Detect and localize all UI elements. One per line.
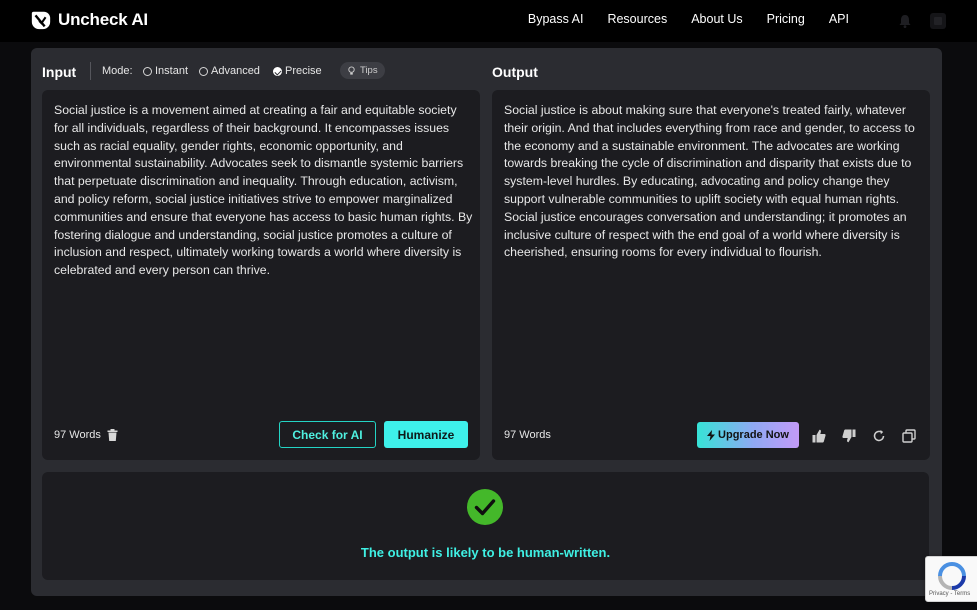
word-count-label: 97 Words <box>504 429 551 441</box>
check-for-ai-button[interactable]: Check for AI <box>279 421 376 448</box>
lightbulb-icon <box>348 65 355 75</box>
mode-option-precise[interactable]: Precise <box>273 65 322 77</box>
upgrade-now-button[interactable]: Upgrade Now <box>697 422 799 448</box>
output-title: Output <box>492 64 538 80</box>
result-panel: The output is likely to be human-written… <box>42 472 929 580</box>
output-box: Social justice is about making sure that… <box>492 90 930 460</box>
top-nav: Uncheck AI Bypass AI Resources About Us … <box>0 0 977 42</box>
refresh-icon[interactable] <box>872 429 886 443</box>
output-text: Social justice is about making sure that… <box>504 103 915 260</box>
mode-option-instant[interactable]: Instant <box>143 65 188 77</box>
nav-right <box>897 12 947 30</box>
thumbs-down-icon[interactable] <box>842 429 856 443</box>
recaptcha-links[interactable]: Privacy - Terms <box>929 591 970 597</box>
nav-link-about-us[interactable]: About Us <box>691 12 742 26</box>
input-word-count: 97 Words <box>54 429 118 441</box>
copy-icon[interactable] <box>902 429 916 443</box>
result-message: The output is likely to be human-written… <box>360 545 611 560</box>
radio-checked-icon <box>273 66 282 76</box>
radio-unchecked-icon <box>143 66 152 76</box>
output-word-count: 97 Words <box>504 429 551 441</box>
input-box: Social justice is a movement aimed at cr… <box>42 90 480 460</box>
word-count-label: 97 Words <box>54 429 101 441</box>
check-circle-icon <box>467 489 503 525</box>
bell-icon[interactable] <box>897 13 913 29</box>
upgrade-label: Upgrade Now <box>718 429 789 441</box>
nav-link-resources[interactable]: Resources <box>607 12 667 26</box>
nav-link-pricing[interactable]: Pricing <box>767 12 805 26</box>
header-divider <box>90 62 91 80</box>
humanize-button[interactable]: Humanize <box>384 421 468 448</box>
mode-option-label: Precise <box>285 65 322 77</box>
brand-name: Uncheck AI <box>58 10 148 29</box>
recaptcha-icon <box>938 562 966 590</box>
input-title: Input <box>42 64 77 80</box>
mode-option-label: Instant <box>155 65 189 77</box>
trash-icon[interactable] <box>107 429 118 441</box>
input-textarea[interactable]: Social justice is a movement aimed at cr… <box>54 102 474 280</box>
lightning-icon <box>707 429 716 441</box>
recaptcha-badge[interactable]: Privacy - Terms <box>925 556 977 602</box>
nav-link-bypass-ai[interactable]: Bypass AI <box>528 12 584 26</box>
avatar-icon[interactable] <box>929 12 947 30</box>
uncheck-logo-icon <box>31 11 51 30</box>
thumbs-up-icon[interactable] <box>812 429 826 443</box>
mode-label: Mode: <box>102 65 133 77</box>
mode-option-label: Advanced <box>211 65 260 77</box>
nav-link-api[interactable]: API <box>829 12 849 26</box>
nav-links: Bypass AI Resources About Us Pricing API <box>528 12 849 26</box>
mode-option-advanced[interactable]: Advanced <box>199 65 260 77</box>
brand[interactable]: Uncheck AI <box>30 9 148 31</box>
radio-unchecked-icon <box>199 66 208 76</box>
tips-label: Tips <box>360 65 378 76</box>
tips-button[interactable]: Tips <box>340 62 385 79</box>
